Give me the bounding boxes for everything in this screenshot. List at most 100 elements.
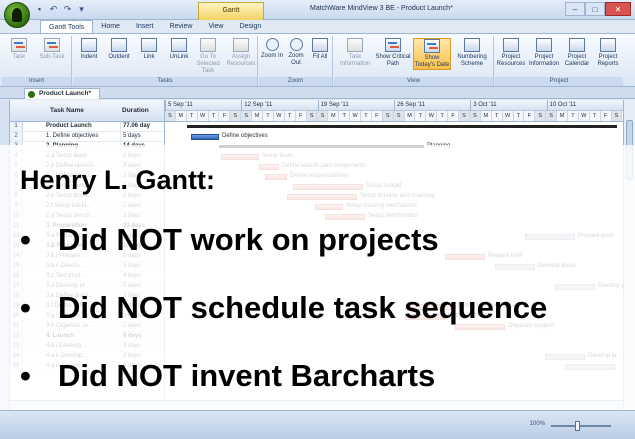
task-information-button[interactable]: Task Information <box>337 38 373 68</box>
task-name-cell[interactable]: Product Launch <box>46 122 120 131</box>
zoom-out-button[interactable]: Zoom Out <box>284 38 308 67</box>
timescale-week: 19 Sep '11 <box>317 100 394 111</box>
duration-cell[interactable]: 5 days <box>120 132 164 141</box>
table-row[interactable]: 1 Product Launch 77.06 day <box>10 122 164 132</box>
today-icon <box>424 39 440 53</box>
timescale-day: W <box>426 111 438 121</box>
show-critical-path-button[interactable]: Show Critical Path <box>374 38 412 68</box>
unlink-button[interactable]: UnLink <box>165 38 193 61</box>
timescale-day: W <box>197 111 209 121</box>
tab-view[interactable]: View <box>200 20 231 34</box>
table-row[interactable]: 2 1. Define objectives 5 days <box>10 132 164 142</box>
row-number: 2 <box>10 132 23 141</box>
timescale-weeks: 5 Sep '11 12 Sep '11 19 Sep '11 26 Sep '11 3… <box>165 100 623 111</box>
column-header-task-name[interactable]: Task Name <box>50 107 84 114</box>
timescale-day: S <box>546 111 558 121</box>
timescale-day: M <box>480 111 492 121</box>
project-calendar-button[interactable]: Project Calendar <box>561 38 593 68</box>
timescale-day: F <box>295 111 307 121</box>
task-name-cell[interactable]: 1. Define objectives <box>46 132 120 141</box>
timescale-day: T <box>491 111 503 121</box>
duration-cell[interactable]: 77.06 day <box>120 122 164 131</box>
task-bar-label: Define objectives <box>222 133 268 139</box>
timescale-day: W <box>350 111 362 121</box>
tab-home[interactable]: Home <box>93 20 128 34</box>
save-icon[interactable]: ▪ <box>34 4 45 15</box>
numbering-scheme-button[interactable]: Numbering Scheme <box>452 38 492 68</box>
timescale-day: S <box>611 111 623 121</box>
outdent-icon <box>111 38 127 52</box>
bullet-marker: • <box>20 358 31 393</box>
timescale-week: 3 Oct '11 <box>470 100 546 111</box>
timescale-day: T <box>437 111 449 121</box>
timescale-day: W <box>273 111 285 121</box>
undo-icon[interactable]: ↶ <box>48 4 59 15</box>
project-information-button[interactable]: Project Information <box>528 38 560 68</box>
group-zoom: Zoom In Zoom Out Fit All Zoom <box>259 36 333 86</box>
goto-icon <box>200 38 216 52</box>
timescale-day: T <box>513 111 525 121</box>
assign-icon <box>233 38 249 52</box>
zoom-level: 100% <box>529 421 545 427</box>
tab-insert[interactable]: Insert <box>128 20 162 34</box>
ribbon: Task Sub-Task Insert Indent Outdent Link… <box>0 33 635 87</box>
timescale-day: S <box>306 111 318 121</box>
project-reports-button[interactable]: Project Reports <box>594 38 622 68</box>
assign-resources-button[interactable]: Assign Resources <box>225 38 257 68</box>
tab-review[interactable]: Review <box>161 20 200 34</box>
numbering-icon <box>464 38 480 52</box>
timescale-day: S <box>459 111 470 121</box>
outdent-button[interactable]: Outdent <box>105 38 133 61</box>
redo-icon[interactable]: ↷ <box>62 4 73 15</box>
task-icon <box>11 38 27 52</box>
timescale-day: W <box>502 111 514 121</box>
zoom-slider-knob[interactable] <box>575 421 580 431</box>
timescale-day: S <box>469 111 481 121</box>
overlay-heading: Henry L. Gantt: <box>20 165 216 195</box>
project-resources-button[interactable]: Project Resources <box>495 38 527 68</box>
zoom-slider[interactable] <box>551 421 611 431</box>
bullet-marker: • <box>20 222 31 257</box>
indent-icon <box>81 38 97 52</box>
timescale-week: 5 Sep '11 <box>165 100 241 111</box>
timescale-day: S <box>535 111 547 121</box>
subtask-button[interactable]: Sub-Task <box>38 38 66 61</box>
timescale-day: S <box>382 111 394 121</box>
project-info-icon <box>536 38 552 52</box>
bullet-text: Did NOT invent Barcharts <box>58 358 436 393</box>
timescale-day: M <box>404 111 416 121</box>
dropdown-icon[interactable]: ▾ <box>76 4 87 15</box>
show-todays-date-button[interactable]: Show Today's Date <box>413 38 451 70</box>
timescale-day: S <box>165 111 176 121</box>
title-bar: ▪ ↶ ↷ ▾ Gantt MatchWare MindView 3 BE - … <box>0 0 635 28</box>
fit-all-button[interactable]: Fit All <box>308 38 332 61</box>
timescale-week: 10 Oct '11 <box>546 100 623 111</box>
task-bar[interactable] <box>191 134 219 140</box>
tab-gantt-tools[interactable]: Gantt Tools <box>40 20 94 34</box>
document-tab[interactable]: Product Launch* <box>24 88 101 99</box>
timescale-day: T <box>263 111 274 121</box>
column-header-duration[interactable]: Duration <box>122 107 149 114</box>
maximize-icon[interactable]: □ <box>585 2 605 16</box>
summary-bar[interactable] <box>187 125 617 128</box>
zoom-in-button[interactable]: Zoom In <box>260 38 284 60</box>
goto-selected-task-button[interactable]: Go To Selected Task <box>191 38 225 75</box>
critical-path-icon <box>385 38 401 52</box>
timescale-day: F <box>219 111 231 121</box>
close-icon[interactable]: ✕ <box>605 2 631 16</box>
timescale-day: M <box>175 111 187 121</box>
row-number: 1 <box>10 122 23 131</box>
indent-button[interactable]: Indent <box>75 38 103 61</box>
timescale-day: T <box>567 111 579 121</box>
timescale-day: S <box>241 111 253 121</box>
task-button[interactable]: Task <box>5 38 33 61</box>
minimize-icon[interactable]: – <box>565 2 585 16</box>
tab-design[interactable]: Design <box>231 20 269 34</box>
link-button[interactable]: Link <box>135 38 163 61</box>
app-logo-icon[interactable] <box>4 2 30 28</box>
calendar-icon <box>569 38 585 52</box>
timescale-day: S <box>230 111 242 121</box>
bullet-marker: • <box>20 290 31 325</box>
ribbon-tabs: Gantt Tools Home Insert Review View Desi… <box>40 20 269 34</box>
quick-access-toolbar: ▪ ↶ ↷ ▾ <box>34 4 87 15</box>
